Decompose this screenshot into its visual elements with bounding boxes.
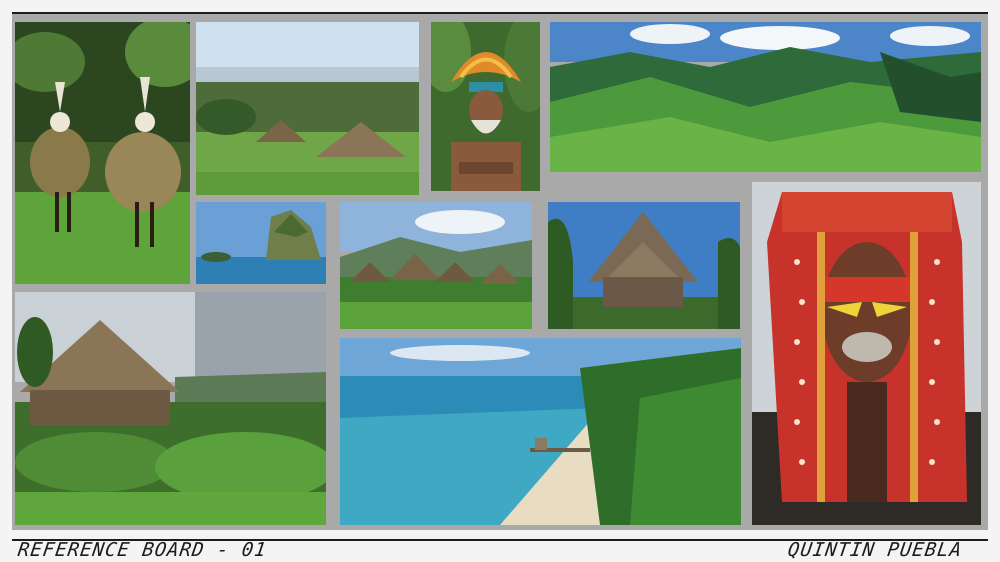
board-title: REFERENCE BOARD - 01	[16, 539, 269, 561]
photo-painted-man	[752, 182, 981, 525]
top-rule	[12, 12, 988, 14]
reference-board: REFERENCE BOARD - 01 QUINTIN PUEBLA	[0, 0, 1000, 562]
photo-round-hut-garden	[15, 292, 326, 525]
photo-green-mountains	[550, 22, 981, 172]
photo-hut-village	[340, 202, 532, 329]
photo-highland-hut-valley	[196, 22, 419, 195]
photo-elder-headdress	[431, 22, 540, 191]
photo-dancers	[15, 22, 190, 284]
photo-beach-coast	[340, 338, 741, 525]
photo-spirit-house	[548, 202, 740, 329]
board-author: QUINTIN PUEBLA	[786, 539, 964, 561]
photo-rock-island	[196, 202, 326, 284]
